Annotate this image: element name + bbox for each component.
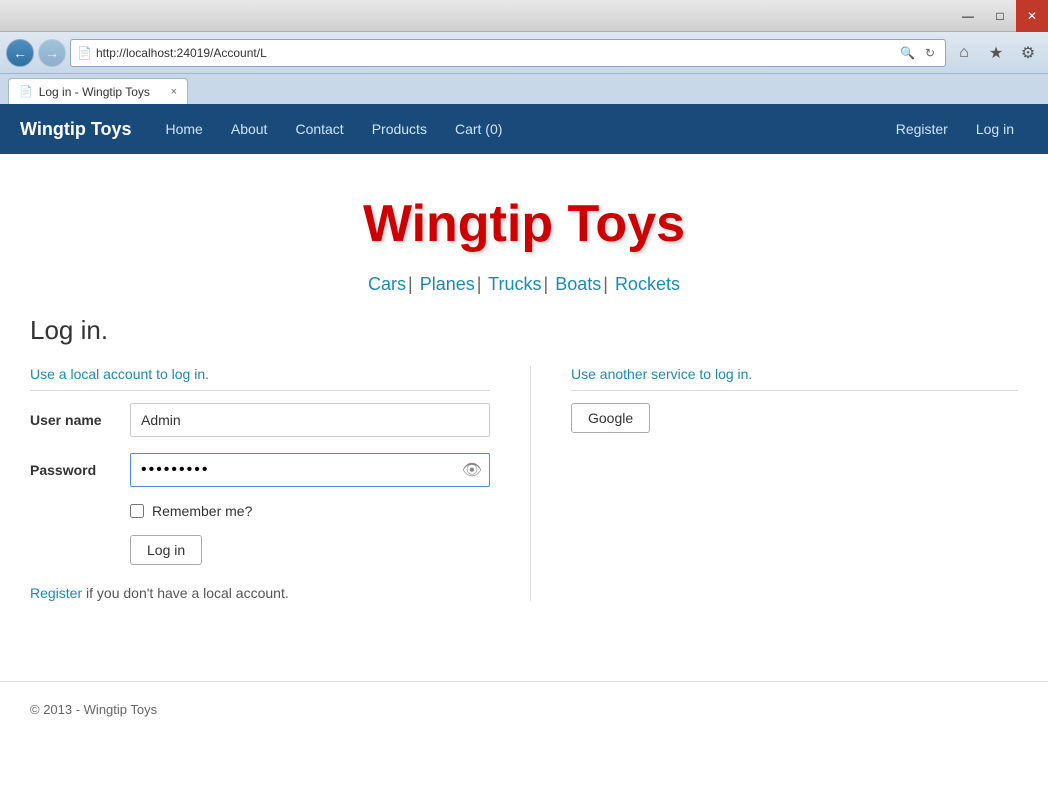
- close-button[interactable]: ✕: [1016, 0, 1048, 32]
- back-button[interactable]: ←: [6, 39, 34, 67]
- footer-text: © 2013 - Wingtip Toys: [30, 702, 157, 717]
- active-tab[interactable]: 📄 Log in - Wingtip Toys ×: [8, 78, 188, 104]
- address-actions: 🔍 ↻: [896, 44, 939, 62]
- site-title: Wingtip Toys: [30, 174, 1018, 264]
- nav-contact[interactable]: Contact: [281, 104, 357, 154]
- nav-cart[interactable]: Cart (0): [441, 104, 516, 154]
- refresh-icon[interactable]: ↻: [921, 44, 939, 62]
- browser-window: — □ ✕ ← → 📄 🔍 ↻ ⌂ ★ ⚙ 📄 Log in - Wingtip…: [0, 0, 1048, 798]
- tab-favicon: 📄: [19, 85, 33, 98]
- category-planes[interactable]: Planes: [420, 274, 475, 294]
- google-login-button[interactable]: Google: [571, 403, 650, 433]
- sep-1: |: [408, 274, 413, 294]
- login-layout: Use a local account to log in. User name…: [30, 366, 1018, 601]
- site-brand: Wingtip Toys: [20, 119, 132, 140]
- username-label: User name: [30, 412, 130, 428]
- nav-about[interactable]: About: [217, 104, 282, 154]
- address-input[interactable]: [96, 46, 892, 60]
- tab-title: Log in - Wingtip Toys: [39, 85, 150, 99]
- home-icon[interactable]: ⌂: [950, 39, 978, 67]
- password-toggle-button[interactable]: 👁: [462, 460, 482, 480]
- minimize-button[interactable]: —: [952, 0, 984, 32]
- remember-me-group: Remember me?: [30, 503, 490, 519]
- tab-close-button[interactable]: ×: [171, 86, 177, 98]
- register-link[interactable]: Register: [30, 585, 82, 601]
- login-external-section: Use another service to log in. Google: [530, 366, 1018, 601]
- nav-right: Register Log in: [882, 104, 1028, 154]
- title-bar-buttons: — □ ✕: [952, 0, 1048, 32]
- login-button[interactable]: Log in: [130, 535, 202, 565]
- nav-login[interactable]: Log in: [962, 104, 1028, 154]
- main-content: Wingtip Toys Cars| Planes| Trucks| Boats…: [0, 154, 1048, 621]
- remember-me-label[interactable]: Remember me?: [152, 503, 252, 519]
- category-nav: Cars| Planes| Trucks| Boats| Rockets: [30, 264, 1018, 315]
- external-section-heading: Use another service to log in.: [571, 366, 1018, 391]
- settings-icon[interactable]: ⚙: [1014, 39, 1042, 67]
- remember-me-checkbox[interactable]: [130, 504, 144, 518]
- address-favicon: 📄: [77, 46, 92, 60]
- register-suffix: if you don't have a local account.: [86, 585, 289, 601]
- browser-toolbar: ← → 📄 🔍 ↻ ⌂ ★ ⚙: [0, 32, 1048, 74]
- nav-products[interactable]: Products: [358, 104, 441, 154]
- password-wrapper: 👁: [130, 453, 490, 487]
- category-trucks[interactable]: Trucks: [488, 274, 541, 294]
- register-text: Register if you don't have a local accou…: [30, 585, 490, 601]
- password-input[interactable]: [130, 453, 490, 487]
- local-section-heading: Use a local account to log in.: [30, 366, 490, 391]
- nav-links: Home About Contact Products Cart (0): [152, 104, 882, 154]
- search-icon[interactable]: 🔍: [896, 44, 919, 62]
- page-heading: Log in.: [30, 315, 1018, 346]
- page-content: Wingtip Toys Home About Contact Products…: [0, 104, 1048, 798]
- sep-2: |: [477, 274, 482, 294]
- sep-4: |: [603, 274, 608, 294]
- nav-register[interactable]: Register: [882, 104, 962, 154]
- password-label: Password: [30, 462, 130, 478]
- forward-button[interactable]: →: [38, 39, 66, 67]
- sep-3: |: [544, 274, 549, 294]
- footer: © 2013 - Wingtip Toys: [0, 681, 1048, 737]
- category-cars[interactable]: Cars: [368, 274, 406, 294]
- title-bar: — □ ✕: [0, 0, 1048, 32]
- site-nav: Wingtip Toys Home About Contact Products…: [0, 104, 1048, 154]
- nav-home[interactable]: Home: [152, 104, 217, 154]
- login-local-section: Use a local account to log in. User name…: [30, 366, 490, 601]
- tab-bar: 📄 Log in - Wingtip Toys ×: [0, 74, 1048, 104]
- toolbar-icons: ⌂ ★ ⚙: [950, 39, 1042, 67]
- password-group: Password 👁: [30, 453, 490, 487]
- category-boats[interactable]: Boats: [555, 274, 601, 294]
- maximize-button[interactable]: □: [984, 0, 1016, 32]
- favorites-icon[interactable]: ★: [982, 39, 1010, 67]
- username-input[interactable]: [130, 403, 490, 437]
- category-rockets[interactable]: Rockets: [615, 274, 680, 294]
- address-bar-container: 📄 🔍 ↻: [70, 39, 946, 67]
- username-group: User name: [30, 403, 490, 437]
